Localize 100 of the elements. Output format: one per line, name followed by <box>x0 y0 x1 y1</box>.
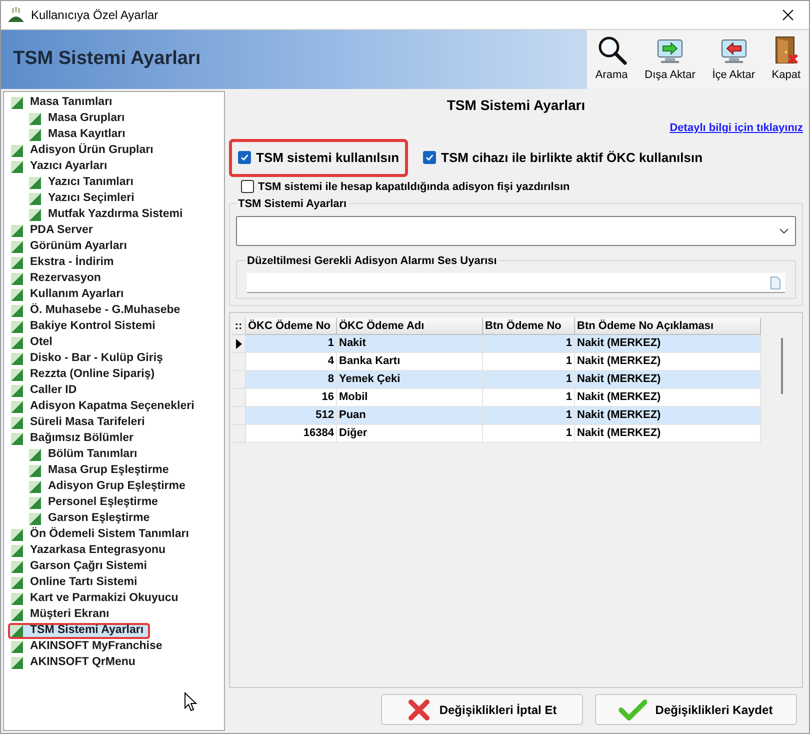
tree-item[interactable]: Garson Çağrı Sistemi <box>8 559 149 575</box>
tree-item[interactable]: Bölüm Tanımları <box>26 447 140 463</box>
checkbox[interactable] <box>238 151 251 164</box>
table-cell: Nakit (MERKEZ) <box>575 425 761 443</box>
check-icon <box>619 698 648 720</box>
triangle-icon <box>10 160 24 174</box>
tree-item[interactable]: Ö. Muhasebe - G.Muhasebe <box>8 303 182 319</box>
column-header[interactable]: Btn Ödeme No Açıklaması <box>575 318 761 335</box>
triangle-icon <box>10 224 24 238</box>
row-pointer-icon <box>236 338 242 348</box>
group-title: TSM Sistemi Ayarları <box>236 196 349 212</box>
triangle-icon <box>10 304 24 318</box>
triangle-icon <box>28 464 42 478</box>
tree-item[interactable]: Bağımsız Bölümler <box>8 431 136 447</box>
tree-item[interactable]: AKINSOFT MyFranchise <box>8 639 164 655</box>
triangle-icon <box>10 240 24 254</box>
tree-item[interactable]: Yazarkasa Entegrasyonu <box>8 543 168 559</box>
tree-item[interactable]: Garson Eşleştirme <box>26 511 152 527</box>
column-header[interactable]: ÖKC Ödeme Adı <box>337 318 483 335</box>
checkbox[interactable] <box>241 180 254 194</box>
triangle-icon <box>10 384 24 398</box>
panel-title: TSM Sistemi Ayarları <box>446 96 586 115</box>
triangle-icon <box>10 544 24 558</box>
tree-item[interactable]: TSM Sistemi Ayarları <box>8 623 150 639</box>
tree-item[interactable]: Bakiye Kontrol Sistemi <box>8 319 158 335</box>
triangle-icon <box>10 96 24 110</box>
triangle-icon <box>28 480 42 494</box>
tree-item[interactable]: Görünüm Ayarları <box>8 239 129 255</box>
tree-item[interactable]: Caller ID <box>8 383 79 399</box>
triangle-icon <box>28 192 42 206</box>
monitor-right-arrow-icon <box>656 36 684 64</box>
toolbar-button[interactable]: Arama <box>594 34 629 83</box>
tree-item[interactable]: Online Tartı Sistemi <box>8 575 140 591</box>
tree-item[interactable]: PDA Server <box>8 223 95 239</box>
window-title: Kullanıcıya Özel Ayarlar <box>31 7 158 24</box>
option-checkbox-row[interactable]: TSM cihazı ile birlikte aktif ÖKC kullanılsın <box>414 138 712 176</box>
tree-item[interactable]: Masa Grupları <box>26 111 127 127</box>
toolbar-button[interactable]: Kapat <box>770 34 802 83</box>
triangle-icon <box>28 448 42 462</box>
tree-item[interactable]: Yazıcı Ayarları <box>8 159 110 175</box>
option-checkbox-row[interactable]: TSM sistemi kullanılsın <box>229 138 408 176</box>
tree-item[interactable]: Ön Ödemeli Sistem Tanımları <box>8 527 191 543</box>
action-button[interactable]: Değişiklikleri İptal Et <box>381 694 583 725</box>
triangle-icon <box>28 112 42 126</box>
tree-item[interactable]: Kullanım Ayarları <box>8 287 126 303</box>
tree-item[interactable]: AKINSOFT QrMenu <box>8 655 138 671</box>
tree-item[interactable]: Rezervasyon <box>8 271 103 287</box>
chevron-down-icon <box>779 228 789 234</box>
checkbox[interactable] <box>423 151 436 164</box>
sound-file-field[interactable] <box>247 273 785 293</box>
tree-item[interactable]: Kart ve Parmakizi Okuyucu <box>8 591 180 607</box>
tree-item[interactable]: Yazıcı Seçimleri <box>26 191 136 207</box>
scrollbar-thumb[interactable] <box>780 338 782 394</box>
triangle-icon <box>10 656 24 670</box>
group-title: Düzeltilmesi Gerekli Adisyon Alarmı Ses Uyarısı <box>245 253 499 270</box>
x-icon <box>407 698 432 722</box>
tree-item[interactable]: Masa Tanımları <box>8 95 114 111</box>
tree-item[interactable]: Adisyon Ürün Grupları <box>8 143 156 159</box>
column-header[interactable]: Btn Ödeme No <box>483 318 575 335</box>
triangle-icon <box>28 128 42 142</box>
triangle-icon <box>10 144 24 158</box>
action-button[interactable]: Değişiklikleri Kaydet <box>595 694 797 725</box>
table-cell: 1 <box>483 425 575 443</box>
toolbar-button[interactable]: İçe Aktar <box>711 36 756 83</box>
search-icon <box>596 34 627 64</box>
tree-item[interactable]: Ekstra - İndirim <box>8 255 116 271</box>
triangle-icon <box>10 528 24 542</box>
checkmark-icon <box>240 153 249 162</box>
tree-item[interactable]: Süreli Masa Tarifeleri <box>8 415 147 431</box>
document-icon <box>770 276 781 290</box>
tree-item[interactable]: Rezzta (Online Sipariş) <box>8 367 157 383</box>
tree-item[interactable]: Adisyon Kapatma Seçenekleri <box>8 399 196 415</box>
triangle-icon <box>10 256 24 270</box>
tree-item[interactable]: Disko - Bar - Kulüp Giriş <box>8 351 165 367</box>
checkmark-icon <box>425 153 434 162</box>
triangle-icon <box>10 288 24 302</box>
row-indicator[interactable] <box>232 335 246 353</box>
tree-item[interactable]: Masa Kayıtları <box>26 127 128 143</box>
monitor-left-arrow-icon <box>720 36 748 64</box>
triangle-icon <box>10 352 24 366</box>
triangle-icon <box>28 512 42 526</box>
settings-select[interactable] <box>236 216 796 246</box>
triangle-icon <box>10 336 24 350</box>
column-header[interactable]: ÖKC Ödeme No <box>246 318 337 335</box>
tree-item[interactable]: Adisyon Grup Eşleştirme <box>26 479 188 495</box>
triangle-icon <box>10 400 24 414</box>
tree-item[interactable]: Otel <box>8 335 54 351</box>
tree-item[interactable]: Mutfak Yazdırma Sistemi <box>26 207 185 223</box>
tree-item[interactable]: Yazıcı Tanımları <box>26 175 136 191</box>
triangle-icon <box>28 496 42 510</box>
close-icon <box>782 9 794 21</box>
tree-item[interactable]: Personel Eşleştirme <box>26 495 160 511</box>
info-link[interactable]: Detaylı bilgi için tıklayınız <box>670 120 803 136</box>
tree-item[interactable]: Masa Grup Eşleştirme <box>26 463 171 479</box>
triangle-icon <box>10 608 24 622</box>
triangle-icon <box>10 592 24 606</box>
triangle-icon <box>10 432 24 446</box>
toolbar-button[interactable]: Dışa Aktar <box>644 36 696 83</box>
table-cell: 16384 <box>246 425 337 443</box>
tree-item[interactable]: Müşteri Ekranı <box>8 607 112 623</box>
